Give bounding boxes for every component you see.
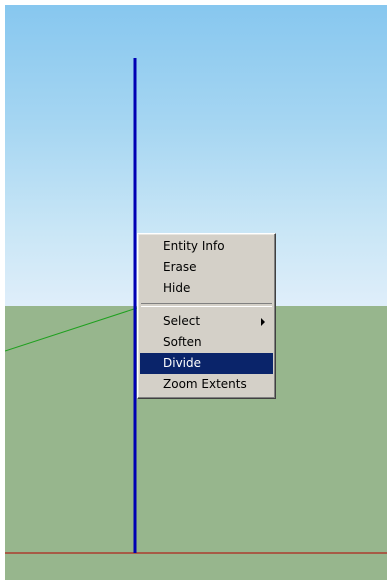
menu-separator	[141, 303, 272, 307]
menu-item-divide[interactable]: Divide	[140, 353, 273, 374]
menu-item-label: Select	[163, 314, 201, 328]
menu-item-label: Zoom Extents	[163, 377, 247, 391]
menu-item-soften[interactable]: Soften	[140, 332, 273, 353]
menu-item-hide[interactable]: Hide	[140, 278, 273, 299]
menu-item-entity-info[interactable]: Entity Info	[140, 236, 273, 257]
menu-item-select[interactable]: Select	[140, 311, 273, 332]
menu-item-label: Soften	[163, 335, 202, 349]
screenshot-frame: Entity Info Erase Hide Select Soften Div…	[0, 0, 390, 583]
green-axis-line[interactable]	[5, 307, 138, 352]
menu-item-zoom-extents[interactable]: Zoom Extents	[140, 374, 273, 395]
menu-item-erase[interactable]: Erase	[140, 257, 273, 278]
context-menu: Entity Info Erase Hide Select Soften Div…	[137, 233, 276, 399]
menu-item-label: Erase	[163, 260, 197, 274]
menu-item-label: Hide	[163, 281, 191, 295]
menu-item-label: Entity Info	[163, 239, 225, 253]
submenu-arrow-icon	[261, 318, 265, 326]
menu-item-label: Divide	[163, 356, 202, 370]
